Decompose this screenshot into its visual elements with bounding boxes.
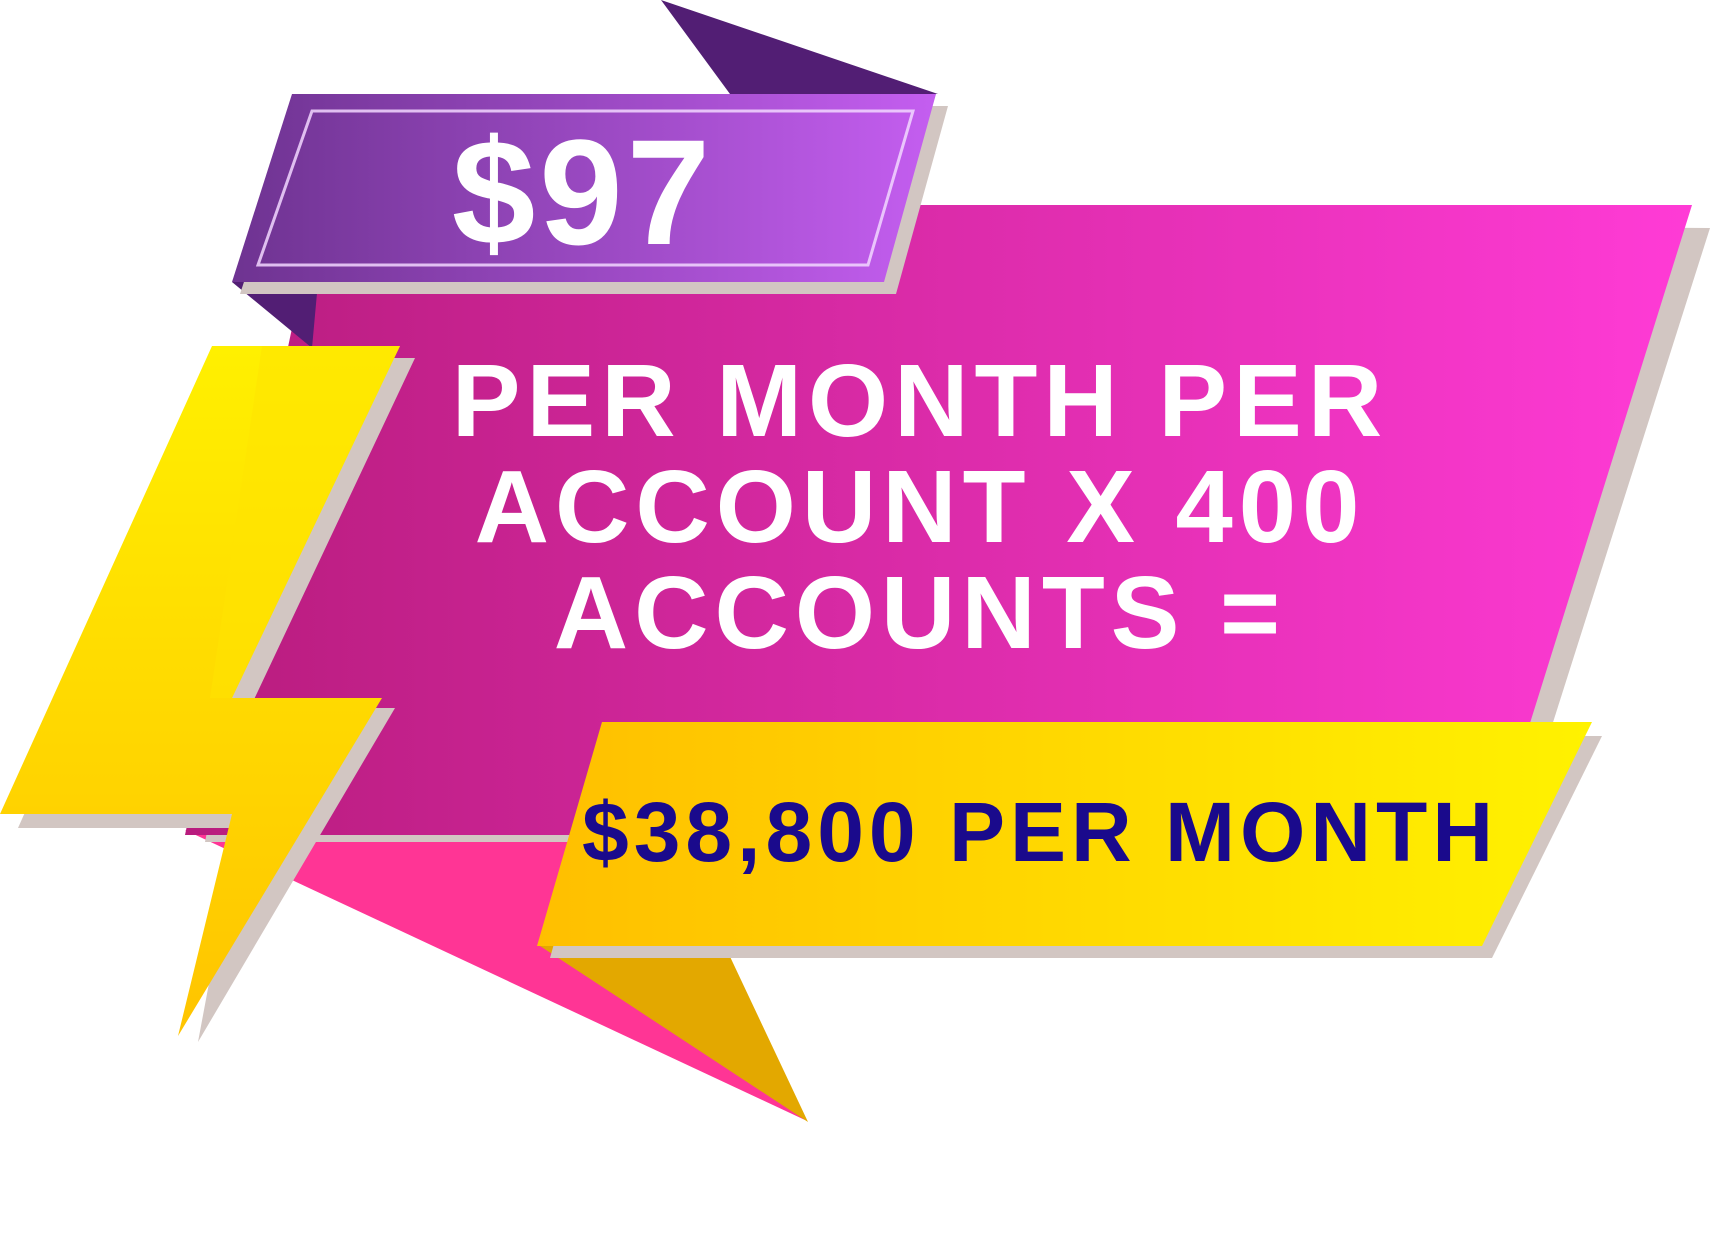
price-description: PER MONTH PER ACCOUNT X 400 ACCOUNTS =	[451, 343, 1389, 670]
price-banner-graphic: $97 PER MONTH PER ACCOUNT X 400 ACCOUNTS…	[0, 0, 1711, 1238]
price-label: $97	[451, 108, 715, 276]
monthly-total-label: $38,800 PER MONTH	[582, 785, 1498, 879]
top-ribbon-flap	[661, 0, 938, 94]
